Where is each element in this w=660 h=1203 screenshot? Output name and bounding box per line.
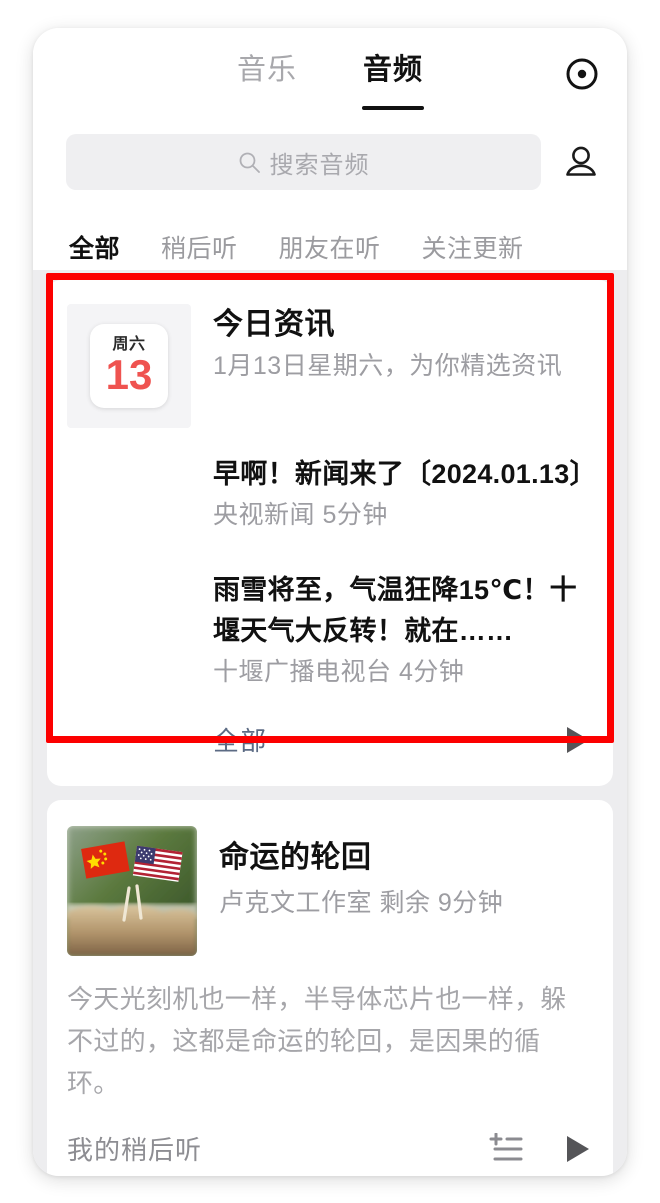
tab-audio-label: 音频 bbox=[363, 54, 424, 86]
search-row: 搜索音频 bbox=[33, 116, 627, 194]
calendar-thumbnail: 周六 13 bbox=[67, 304, 191, 428]
play-triangle-icon[interactable] bbox=[567, 726, 589, 753]
filter-listen-later[interactable]: 稍后听 bbox=[161, 229, 238, 265]
search-placeholder: 搜索音频 bbox=[269, 151, 370, 179]
podcast-meta: 卢克文工作室 剩余 9分钟 bbox=[219, 889, 504, 917]
calendar-icon: 周六 13 bbox=[90, 324, 168, 408]
view-all-link[interactable]: 全部 bbox=[213, 721, 267, 758]
top-tab-bar: 音乐 音频 bbox=[33, 28, 627, 116]
podcast-footer: 我的稍后听 bbox=[47, 1104, 613, 1176]
content-feed: 周六 13 今日资讯 1月13日星期六，为你精选资讯 早啊！新闻来了〔2024.… bbox=[33, 270, 627, 1176]
calendar-day: 13 bbox=[105, 350, 153, 398]
phone-frame: 音乐 音频 搜索音频 全部 稍后听 朋友在听 关注更新 周六 13 今日资讯 1… bbox=[33, 28, 627, 1176]
tab-audio[interactable]: 音频 bbox=[362, 50, 424, 110]
podcast-card[interactable]: 命运的轮回 卢克文工作室 剩余 9分钟 今天光刻机也一样，半导体芯片也一样，躲不… bbox=[47, 800, 613, 1176]
podcast-header: 命运的轮回 卢克文工作室 剩余 9分钟 bbox=[47, 800, 613, 956]
tab-music[interactable]: 音乐 bbox=[237, 50, 297, 96]
news-item-meta: 十堰广播电视台 4分钟 bbox=[213, 658, 465, 686]
filter-friends-listening[interactable]: 朋友在听 bbox=[279, 229, 381, 265]
today-news-header: 周六 13 今日资讯 1月13日星期六，为你精选资讯 bbox=[47, 280, 613, 428]
news-item-meta: 央视新闻 5分钟 bbox=[213, 501, 388, 529]
today-news-subtitle: 1月13日星期六，为你精选资讯 bbox=[213, 352, 563, 380]
podcast-description: 今天光刻机也一样，半导体芯片也一样，躲不过的，这都是命运的轮回，是因果的循环。 bbox=[67, 984, 567, 1098]
news-list-item[interactable]: 雨雪将至，气温狂降15℃！十堰天气大反转！就在…… 十堰广播电视台 4分钟 bbox=[47, 570, 613, 691]
person-icon[interactable] bbox=[561, 142, 601, 182]
today-news-title: 今日资讯 bbox=[213, 308, 335, 341]
playlist-add-icon[interactable] bbox=[489, 1132, 527, 1165]
today-news-footer: 全部 bbox=[47, 691, 613, 780]
news-item-title: 雨雪将至，气温狂降15℃！十堰天气大反转！就在…… bbox=[213, 575, 577, 646]
filter-tabs: 全部 稍后听 朋友在听 关注更新 bbox=[33, 194, 627, 270]
china-us-flags-image bbox=[67, 826, 197, 956]
play-triangle-icon[interactable] bbox=[567, 1135, 589, 1162]
news-item-title: 早啊！新闻来了〔2024.01.13〕 bbox=[213, 459, 597, 489]
record-circle-icon[interactable] bbox=[564, 56, 600, 92]
listen-later-label[interactable]: 我的稍后听 bbox=[67, 1130, 489, 1167]
tab-music-label: 音乐 bbox=[236, 54, 297, 86]
today-news-card[interactable]: 周六 13 今日资讯 1月13日星期六，为你精选资讯 早啊！新闻来了〔2024.… bbox=[47, 280, 613, 786]
search-icon bbox=[238, 151, 261, 174]
filter-all[interactable]: 全部 bbox=[69, 229, 120, 265]
news-list-item[interactable]: 早啊！新闻来了〔2024.01.13〕 央视新闻 5分钟 bbox=[47, 454, 613, 534]
search-input[interactable]: 搜索音频 bbox=[66, 134, 541, 190]
filter-following-updates[interactable]: 关注更新 bbox=[422, 229, 524, 265]
tab-active-underline bbox=[362, 106, 424, 110]
podcast-title: 命运的轮回 bbox=[219, 841, 372, 874]
